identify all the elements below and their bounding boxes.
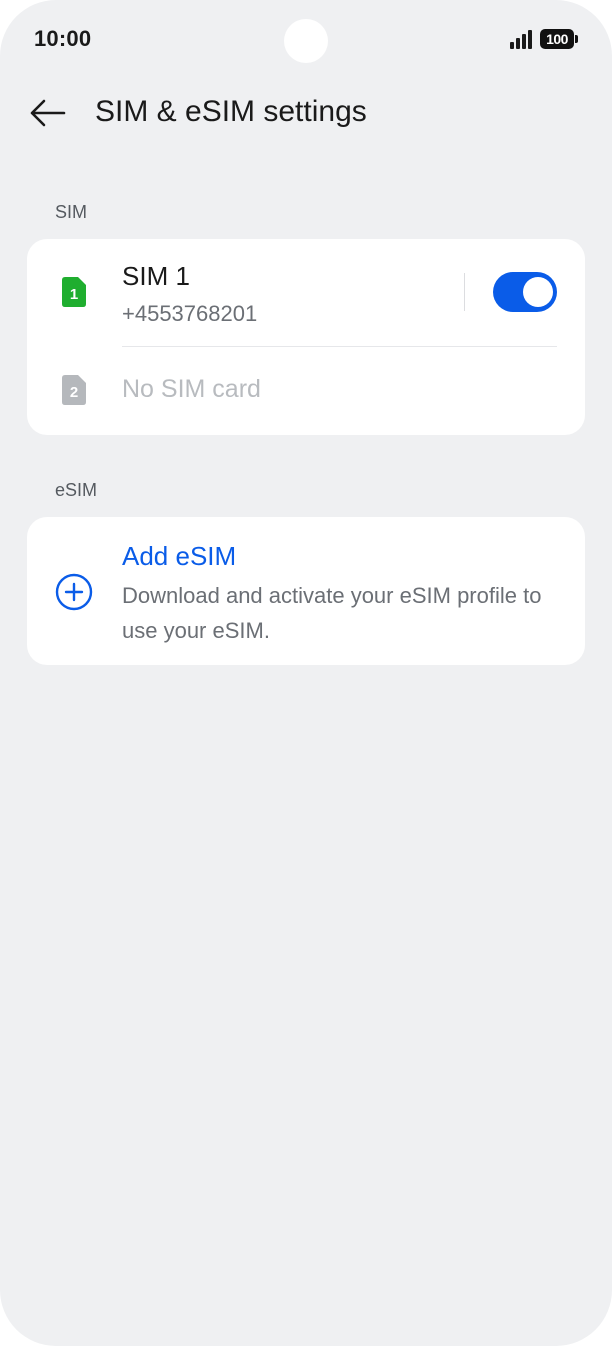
sim1-slot-badge: 1	[70, 286, 78, 303]
battery-icon: 100	[540, 29, 578, 49]
sim1-title: SIM 1	[122, 261, 190, 291]
section-label-esim: eSIM	[55, 480, 98, 500]
section-label-sim: SIM	[55, 202, 88, 222]
arrow-left-icon	[30, 99, 66, 127]
toggle-knob	[523, 277, 553, 307]
page-title: SIM & eSIM settings	[95, 95, 367, 128]
add-esim-description: Download and activate your eSIM profile …	[122, 583, 542, 643]
sim-card-icon: 2	[62, 375, 86, 405]
back-button[interactable]	[24, 90, 70, 136]
sim2-row: 2 No SIM card	[27, 347, 585, 435]
sim2-slot-badge: 2	[70, 384, 78, 401]
status-time: 10:00	[34, 26, 92, 51]
add-esim-button[interactable]: Add eSIM Download and activate your eSIM…	[27, 517, 585, 665]
signal-icon	[510, 29, 532, 49]
sim1-number: +4553768201	[122, 301, 258, 326]
add-esim-title: Add eSIM	[122, 541, 237, 571]
sim2-title: No SIM card	[122, 375, 261, 403]
sim1-toggle[interactable]	[493, 272, 557, 312]
sim-card-icon: 1	[62, 277, 86, 307]
sim-card-group: 1 SIM 1 +4553768201 2 No SIM card	[27, 239, 585, 435]
row-divider	[464, 273, 465, 311]
plus-circle-icon	[55, 573, 93, 611]
camera-cutout	[284, 19, 328, 63]
status-icons: 100	[510, 29, 578, 49]
phone-screen: 10:00 100 SIM & eSIM settings SIM 1 SIM …	[0, 0, 612, 1346]
